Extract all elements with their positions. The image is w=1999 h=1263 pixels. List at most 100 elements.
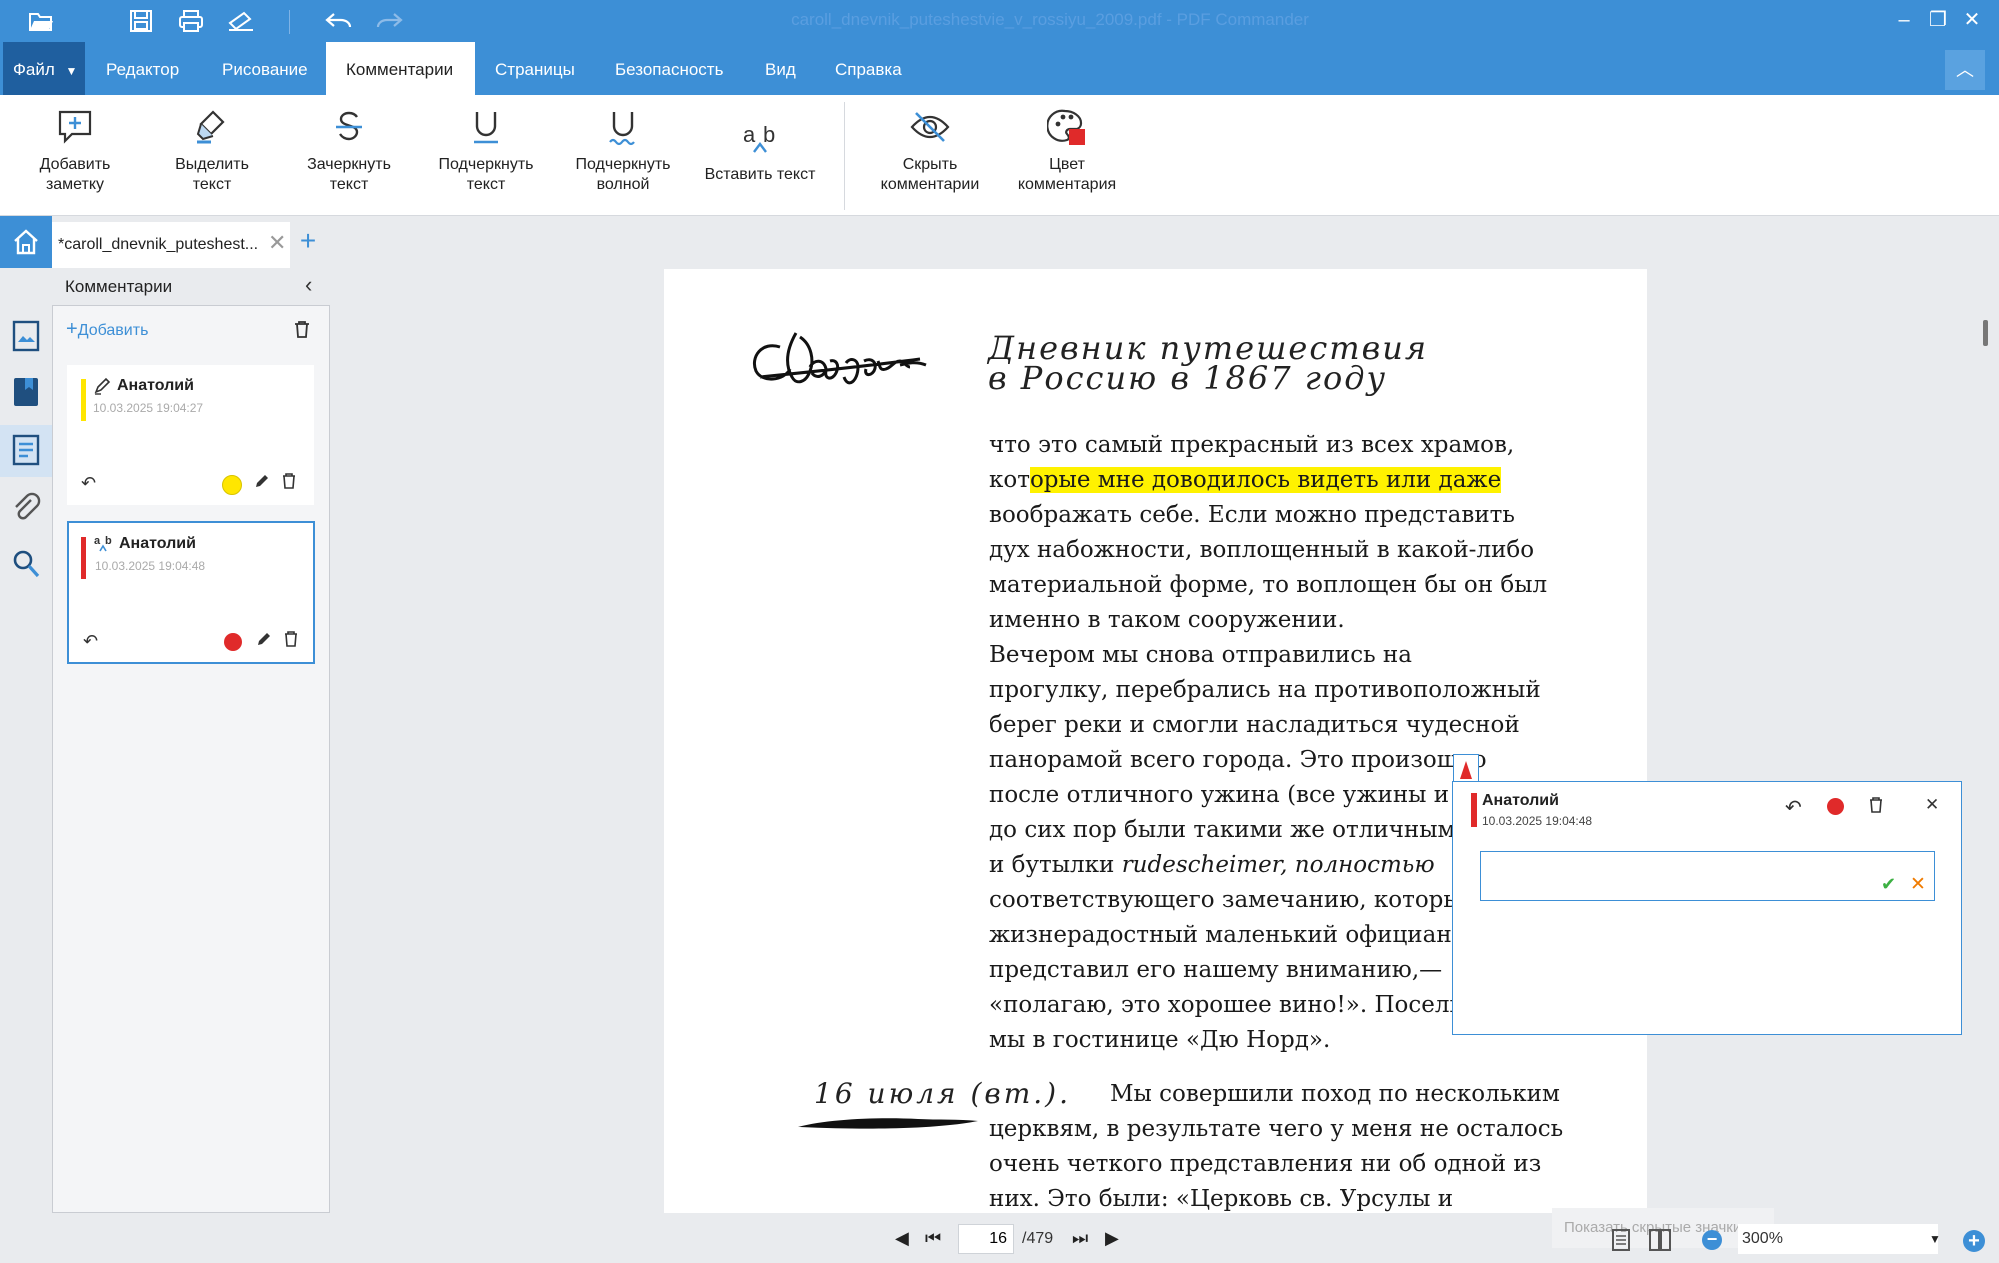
bookmarks-icon[interactable] (8, 374, 44, 410)
handwritten-date: 16 июля (вт.). (814, 1077, 1071, 1110)
delete-all-comments-button[interactable] (294, 320, 310, 343)
zoom-out-button[interactable]: − (1702, 1230, 1722, 1250)
two-page-view-icon[interactable] (1648, 1228, 1672, 1257)
comment-text-input[interactable] (1480, 851, 1935, 901)
zoom-in-button[interactable]: + (1963, 1230, 1985, 1252)
text-line: Мы совершили поход по нескольким (1110, 1081, 1560, 1107)
save-icon[interactable] (126, 6, 156, 36)
text-line-part: панорамой всего города. Это произошло (989, 747, 1487, 773)
hide-comments-label-2: комментарии (880, 176, 980, 193)
text-line-part: кот (989, 467, 1030, 493)
comment-color-bar (81, 537, 86, 579)
text-line: Вечером мы снова отправились на (989, 642, 1412, 668)
print-icon[interactable] (176, 6, 206, 36)
chevron-up-icon: ︿ (1956, 60, 1974, 80)
trash-icon[interactable] (282, 473, 296, 494)
text-line-part: Вечером мы снова отправились на (989, 642, 1412, 668)
new-tab-button[interactable]: + (296, 226, 320, 256)
edit-icon[interactable] (256, 631, 272, 652)
close-tab-button[interactable]: ✕ (268, 228, 288, 258)
menu-help[interactable]: Справка (815, 42, 922, 95)
undo-icon[interactable] (324, 6, 354, 36)
menu-security[interactable]: Безопасность (595, 42, 743, 95)
text-line: именно в таком сооружении. (989, 607, 1345, 633)
popup-close-icon[interactable]: ✕ (1925, 795, 1939, 815)
add-note-icon (53, 105, 97, 149)
vertical-scrollbar[interactable] (1976, 268, 1999, 1213)
menu-editor[interactable]: Редактор (86, 42, 199, 95)
highlight-pen-icon (93, 377, 113, 397)
menu-pages[interactable]: Страницы (475, 42, 595, 95)
text-line: до сих пор были такими же отличными) (989, 817, 1480, 843)
comment-card[interactable]: Анатолий 10.03.2025 19:04:27 ↶ (67, 365, 314, 505)
popup-reply-icon[interactable]: ↶ (1785, 795, 1802, 820)
scrollbar-thumb[interactable] (1983, 320, 1988, 346)
edit-icon[interactable] (254, 473, 270, 494)
prev-page-icon[interactable]: ◀ (895, 1228, 909, 1249)
reply-icon[interactable]: ↶ (81, 473, 96, 494)
open-folder-icon[interactable] (26, 6, 56, 36)
sign-icon[interactable] (226, 6, 256, 36)
highlighter-icon (190, 105, 234, 149)
comment-color-dot[interactable] (222, 475, 242, 495)
highlight-text-label-2: текст (192, 176, 232, 193)
first-page-icon[interactable]: ⏮ (925, 1228, 941, 1249)
reply-icon[interactable]: ↶ (83, 631, 98, 652)
text-line: очень четкого представления ни об одной … (989, 1151, 1542, 1177)
add-comment-button[interactable]: +Добавить (66, 318, 148, 341)
menu-file[interactable]: Файл ▼ (3, 42, 85, 95)
add-note-label-2: заметку (45, 176, 105, 193)
comment-card-selected[interactable]: ab Анатолий 10.03.2025 19:04:48 ↶ (67, 521, 315, 664)
text-line-part: дух набожности, воплощенный в какой-либо (989, 537, 1535, 563)
close-window-button[interactable]: ✕ (1959, 6, 1985, 34)
trash-icon[interactable] (284, 631, 298, 652)
document-tab[interactable]: *caroll_dnevnik_puteshest... (52, 222, 290, 268)
highlighted-text[interactable]: орые мне доводилось видеть или даже (1029, 467, 1502, 493)
attachment-icon[interactable] (8, 490, 44, 526)
toolbar-divider (289, 10, 290, 34)
comment-color-dot[interactable] (224, 633, 242, 651)
search-icon[interactable] (8, 546, 44, 582)
menu-view[interactable]: Вид (745, 42, 816, 95)
wavy-underline-icon (601, 105, 645, 149)
menu-comments[interactable]: Комментарии (326, 42, 475, 95)
strikethrough-icon (327, 105, 371, 149)
text-line-part: именно в таком сооружении. (989, 607, 1345, 633)
hide-comments-button[interactable]: Скрыть комментарии (865, 105, 995, 205)
collapse-ribbon-button[interactable]: ︿ (1945, 50, 1985, 90)
single-page-view-icon[interactable] (1610, 1228, 1632, 1257)
insert-text-button[interactable]: ab Вставить текст (695, 115, 825, 215)
hide-comments-label-1: Скрыть (902, 156, 958, 173)
text-line: панорамой всего города. Это произошло (989, 747, 1487, 773)
zoom-dropdown-icon[interactable]: ▼ (1929, 1232, 1941, 1246)
popup-trash-icon[interactable] (1869, 797, 1883, 818)
last-page-icon[interactable]: ⏭ (1072, 1228, 1088, 1249)
restore-button[interactable]: ❐ (1925, 6, 1951, 34)
thumbnails-icon[interactable] (8, 318, 44, 354)
comment-color-button[interactable]: Цвет комментария (1002, 105, 1132, 205)
popup-color-dot[interactable] (1827, 798, 1844, 815)
zoom-select[interactable]: 300% (1738, 1224, 1938, 1254)
underline-button[interactable]: Подчеркнуть текст (421, 105, 551, 205)
next-page-icon[interactable]: ▶ (1105, 1228, 1119, 1249)
add-note-button[interactable]: Добавить заметку (10, 105, 140, 205)
wavy-underline-button[interactable]: Подчеркнуть волной (558, 105, 688, 205)
strikethrough-button[interactable]: Зачеркнуть текст (284, 105, 414, 205)
comment-anchor-marker[interactable] (1453, 754, 1479, 782)
cancel-x-icon[interactable]: ✕ (1910, 873, 1926, 896)
confirm-check-icon[interactable]: ✔ (1881, 874, 1896, 895)
pdf-page[interactable]: Дневник путешествия в Россию в 1867 году… (664, 269, 1647, 1213)
menu-drawing[interactable]: Рисование (202, 42, 328, 95)
text-line: после отличного ужина (все ужины и пр (989, 782, 1486, 808)
text-line: жизнерадостный маленький официант (989, 922, 1464, 948)
minimize-button[interactable]: ‒ (1891, 6, 1917, 34)
home-button[interactable] (0, 216, 52, 268)
collapse-panel-button[interactable]: ‹ (305, 272, 312, 298)
page-number-input[interactable] (958, 1224, 1014, 1254)
wavy-underline-label-2: волной (596, 176, 650, 193)
underline-label-1: Подчеркнуть (438, 156, 534, 173)
redo-icon[interactable] (374, 6, 404, 36)
svg-text:a: a (94, 535, 101, 547)
highlight-text-button[interactable]: Выделить текст (147, 105, 277, 205)
text-line: церквям, в результате чего у меня не ост… (989, 1116, 1564, 1142)
